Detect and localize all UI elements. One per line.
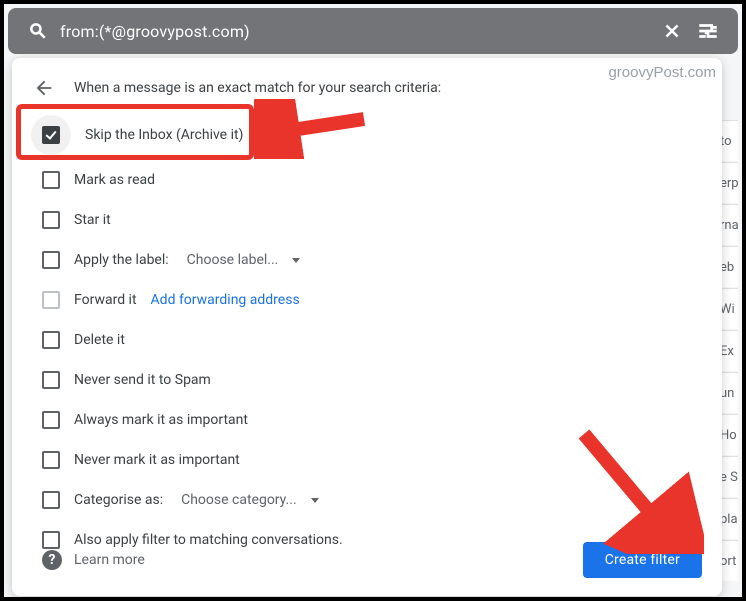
filter-panel: When a message is an exact match for you… bbox=[12, 58, 722, 596]
help-icon: ? bbox=[42, 550, 62, 570]
clear-search-icon[interactable] bbox=[654, 13, 690, 49]
chevron-down-icon bbox=[292, 258, 300, 263]
option-never-spam[interactable]: Never send it to Spam bbox=[42, 360, 706, 400]
option-delete-label: Delete it bbox=[74, 332, 125, 348]
option-never-spam-label: Never send it to Spam bbox=[74, 372, 211, 388]
checkbox-mark-read[interactable] bbox=[42, 171, 60, 189]
option-skip-inbox[interactable]: Skip the Inbox (Archive it) bbox=[42, 110, 706, 160]
learn-more-link[interactable]: ? Learn more bbox=[42, 550, 145, 570]
option-always-important-label: Always mark it as important bbox=[74, 412, 248, 428]
categorise-dropdown[interactable]: Choose category... bbox=[177, 492, 319, 508]
apply-label-dropdown-text: Choose label... bbox=[187, 252, 279, 268]
forward-address-link[interactable]: Add forwarding address bbox=[151, 292, 300, 308]
option-delete[interactable]: Delete it bbox=[42, 320, 706, 360]
option-never-important[interactable]: Never mark it as important bbox=[42, 440, 706, 480]
search-icon[interactable] bbox=[20, 13, 56, 49]
option-apply-label-prefix: Apply the label: bbox=[74, 252, 169, 268]
option-never-important-label: Never mark it as important bbox=[74, 452, 240, 468]
chevron-down-icon bbox=[311, 498, 319, 503]
checkbox-apply-label[interactable] bbox=[42, 251, 60, 269]
option-star[interactable]: Star it bbox=[42, 200, 706, 240]
option-categorise[interactable]: Categorise as: Choose category... bbox=[42, 480, 706, 520]
checkbox-skip-inbox[interactable] bbox=[42, 126, 60, 144]
categorise-dropdown-text: Choose category... bbox=[181, 492, 297, 508]
apply-label-dropdown[interactable]: Choose label... bbox=[183, 252, 301, 268]
panel-heading: When a message is an exact match for you… bbox=[74, 80, 441, 96]
back-button[interactable] bbox=[28, 72, 60, 104]
option-forward[interactable]: Forward it Add forwarding address bbox=[42, 280, 706, 320]
option-always-important[interactable]: Always mark it as important bbox=[42, 400, 706, 440]
learn-more-label: Learn more bbox=[74, 552, 145, 568]
option-mark-read[interactable]: Mark as read bbox=[42, 160, 706, 200]
checkbox-skip-inbox-circle[interactable] bbox=[31, 115, 71, 155]
search-bar[interactable]: from:(*@groovypost.com) bbox=[8, 8, 738, 54]
watermark-text: groovyPost.com bbox=[608, 64, 716, 81]
option-star-label: Star it bbox=[74, 212, 111, 228]
filter-options-icon[interactable] bbox=[690, 13, 726, 49]
search-query-text[interactable]: from:(*@groovypost.com) bbox=[56, 22, 654, 41]
checkbox-never-important[interactable] bbox=[42, 451, 60, 469]
option-forward-prefix: Forward it bbox=[74, 292, 137, 308]
checkbox-star[interactable] bbox=[42, 211, 60, 229]
option-skip-inbox-label: Skip the Inbox (Archive it) bbox=[85, 127, 243, 143]
create-filter-button[interactable]: Create filter bbox=[583, 542, 702, 578]
checkbox-delete[interactable] bbox=[42, 331, 60, 349]
checkbox-categorise[interactable] bbox=[42, 491, 60, 509]
checkbox-forward[interactable] bbox=[42, 291, 60, 309]
option-apply-label[interactable]: Apply the label: Choose label... bbox=[42, 240, 706, 280]
checkbox-never-spam[interactable] bbox=[42, 371, 60, 389]
checkbox-always-important[interactable] bbox=[42, 411, 60, 429]
filter-options-list: Skip the Inbox (Archive it) Mark as read… bbox=[12, 108, 722, 560]
option-mark-read-label: Mark as read bbox=[74, 172, 155, 188]
option-categorise-prefix: Categorise as: bbox=[74, 492, 163, 508]
